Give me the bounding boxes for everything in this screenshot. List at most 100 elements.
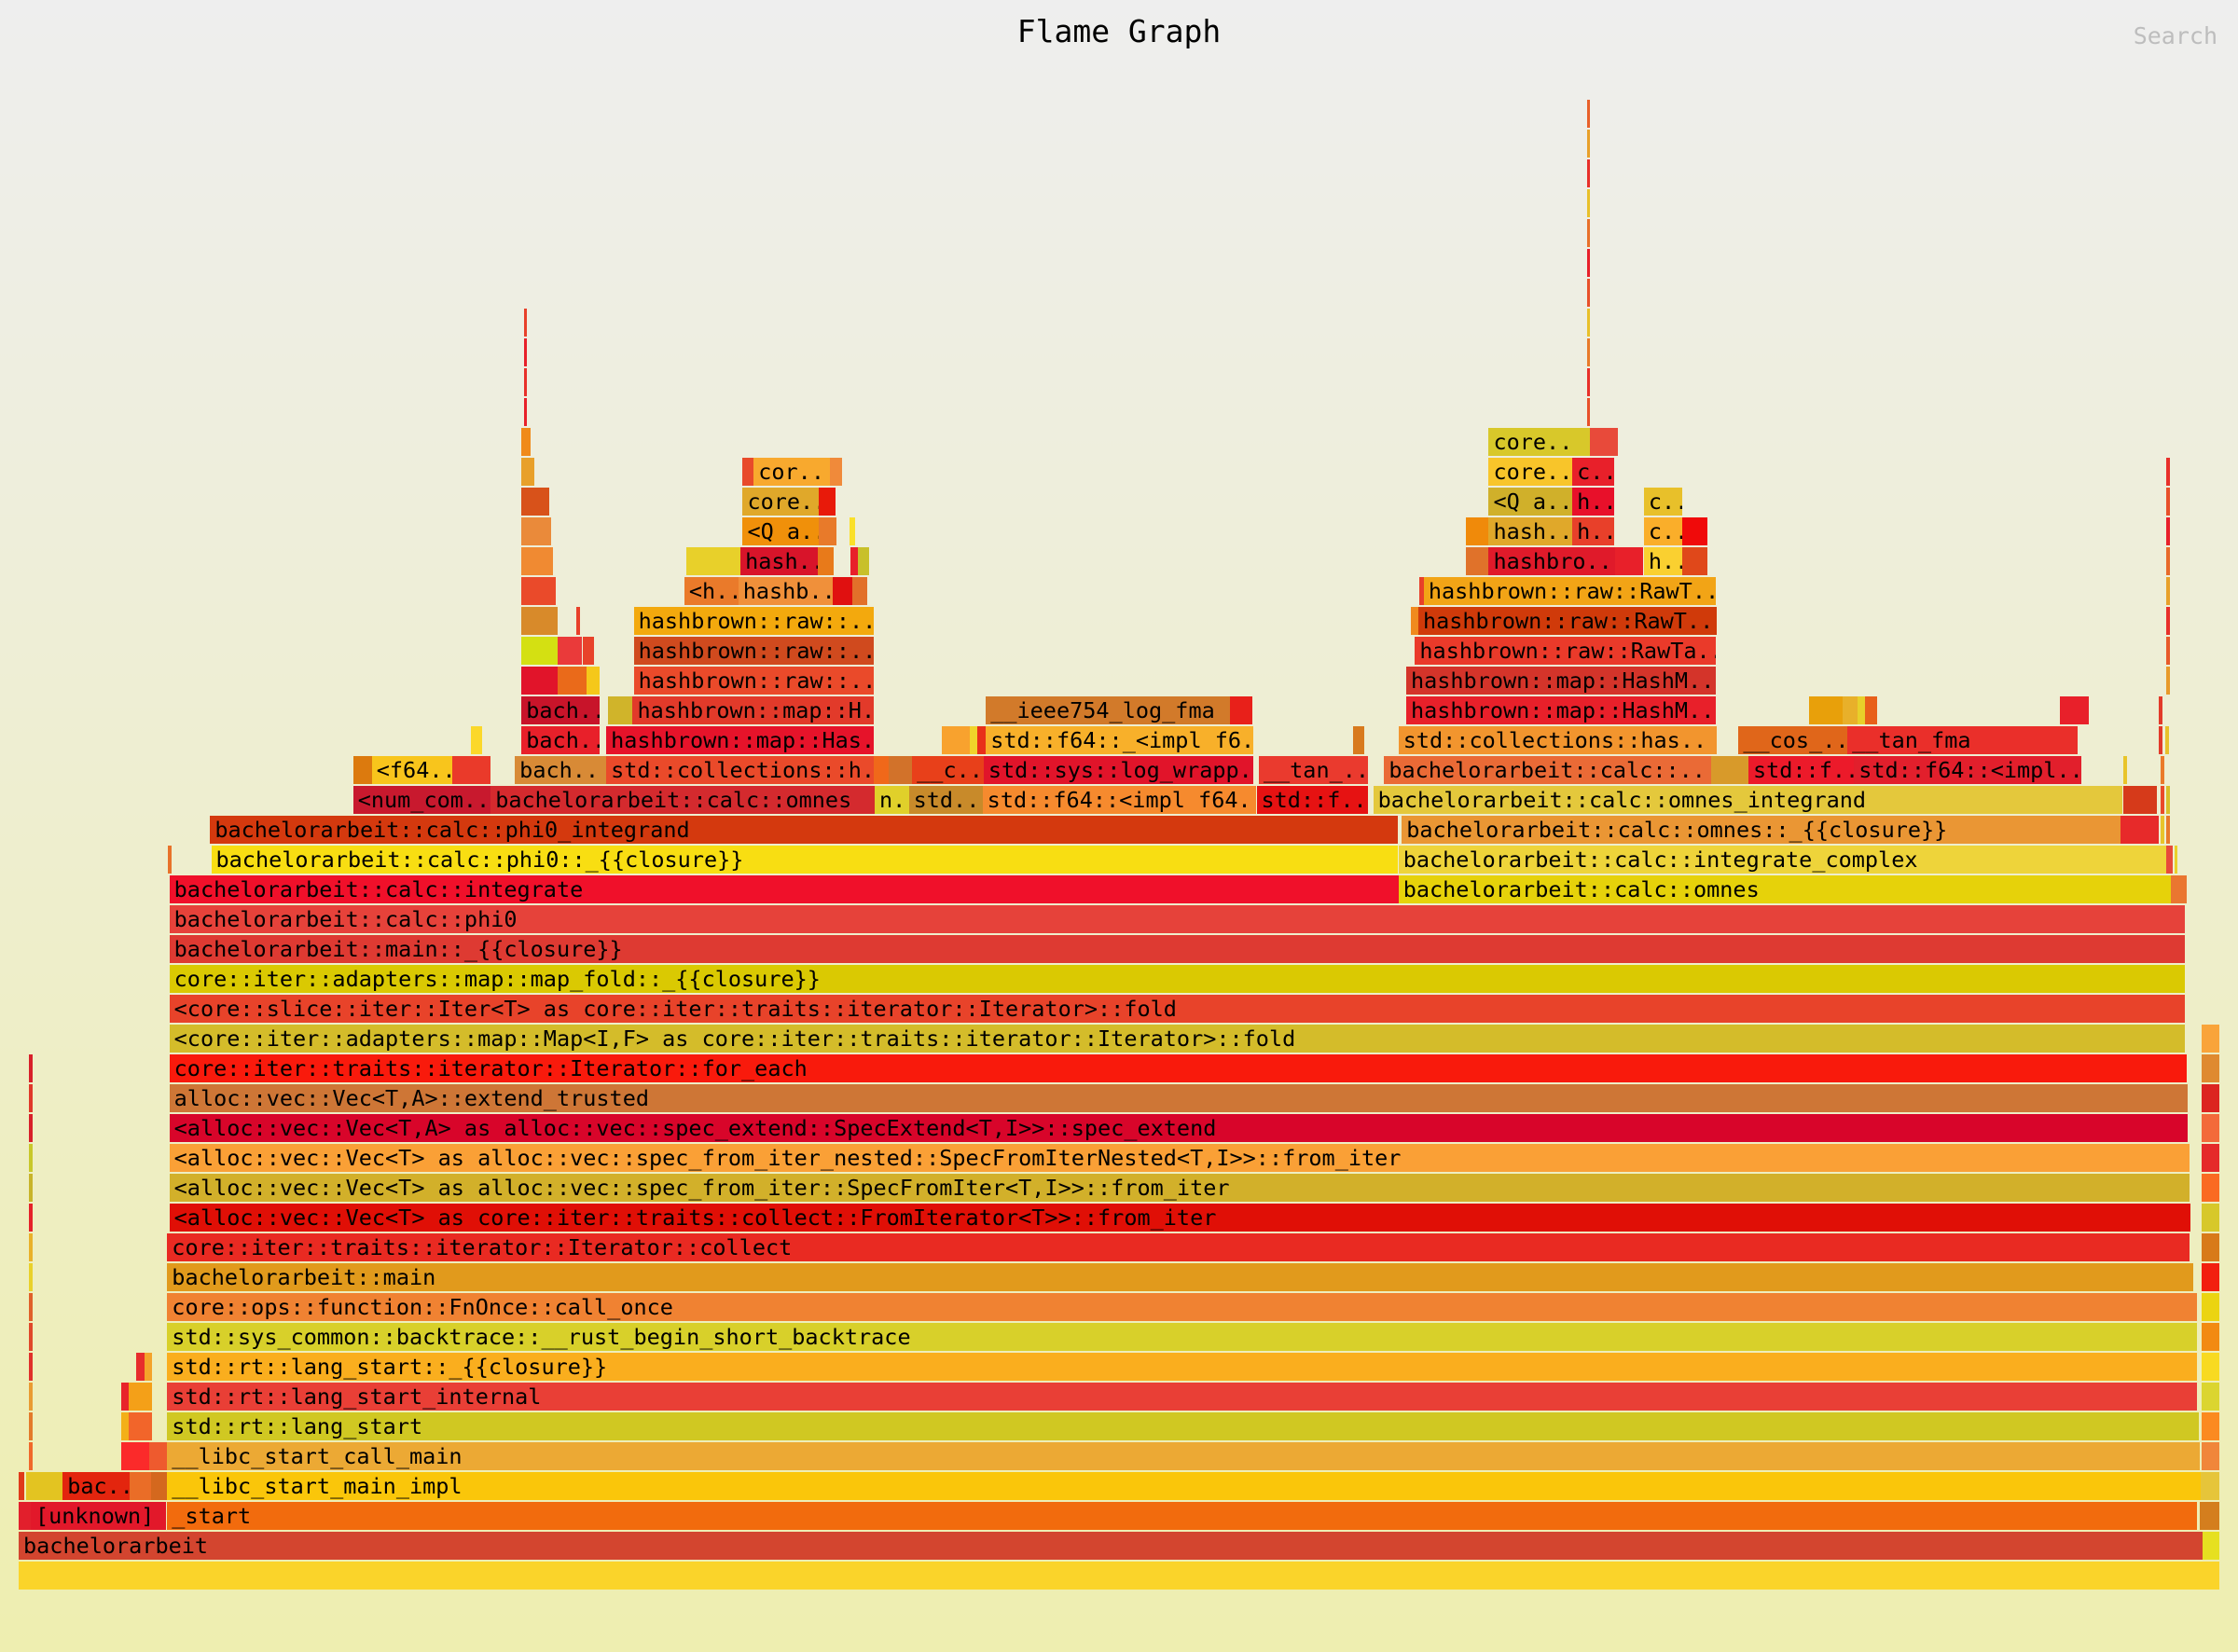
flame-frame-unlabeled[interactable] (849, 517, 855, 545)
flame-frame-unlabeled[interactable] (28, 1353, 34, 1381)
flame-frame-unlabeled[interactable] (521, 488, 549, 516)
flame-frame[interactable]: hashbrown::raw::.. (633, 637, 874, 665)
flame-frame-unlabeled[interactable] (889, 756, 913, 784)
flame-frame[interactable]: core.. (742, 488, 819, 516)
flame-frame[interactable]: std::f.. (1256, 786, 1368, 814)
flame-frame-unlabeled[interactable] (1586, 309, 1591, 337)
flame-frame[interactable]: hashbro.. (1488, 547, 1616, 575)
flame-frame-unlabeled[interactable] (1682, 517, 1708, 545)
flame-frame-unlabeled[interactable] (1808, 696, 1844, 724)
flame-frame[interactable]: hashbrown::raw::.. (633, 607, 874, 635)
flame-frame[interactable]: std.. (908, 786, 983, 814)
flame-frame-unlabeled[interactable] (19, 1502, 31, 1530)
flame-frame-unlabeled[interactable] (1586, 338, 1591, 366)
flame-frame[interactable]: hashbrown::raw::RawT.. (1423, 577, 1716, 605)
flame-frame-unlabeled[interactable] (1586, 130, 1591, 158)
flame-frame-unlabeled[interactable] (521, 428, 531, 456)
flame-frame[interactable]: h.. (1643, 547, 1683, 575)
flame-frame-unlabeled[interactable] (1410, 607, 1418, 635)
flame-frame-unlabeled[interactable] (1865, 696, 1877, 724)
flame-frame[interactable]: core::iter::adapters::map::map_fold::_{{… (169, 965, 2186, 993)
flame-frame[interactable]: core::iter::traits::iterator::Iterator::… (169, 1054, 2187, 1082)
flame-frame-unlabeled[interactable] (817, 547, 835, 575)
flame-frame[interactable]: std::rt::lang_start::_{{closure}} (167, 1353, 2198, 1381)
flame-frame-unlabeled[interactable] (850, 547, 859, 575)
flame-frame-unlabeled[interactable] (2166, 846, 2174, 874)
flame-frame-unlabeled[interactable] (1230, 696, 1252, 724)
flame-frame-unlabeled[interactable] (19, 1472, 24, 1500)
flame-frame-unlabeled[interactable] (586, 667, 601, 695)
flame-frame-unlabeled[interactable] (26, 1472, 63, 1500)
flame-frame-unlabeled[interactable] (168, 846, 172, 874)
flame-frame-unlabeled[interactable] (2202, 1114, 2219, 1142)
flame-frame[interactable]: bachelorarbeit::calc::omnes::_{{closure}… (1402, 816, 2121, 844)
flame-frame-unlabeled[interactable] (2059, 696, 2089, 724)
flame-frame-unlabeled[interactable] (150, 1472, 168, 1500)
flame-frame-unlabeled[interactable] (2166, 786, 2170, 814)
flame-frame[interactable]: <f64.. (371, 756, 452, 784)
flame-frame-unlabeled[interactable] (28, 1114, 34, 1142)
flame-frame[interactable]: [unknown] (30, 1502, 167, 1530)
flame-frame-unlabeled[interactable] (523, 368, 528, 396)
flame-frame[interactable]: __cos_.. (1738, 726, 1848, 754)
flame-frame-unlabeled[interactable] (742, 458, 754, 486)
flame-frame-unlabeled[interactable] (28, 1263, 34, 1291)
flame-frame-unlabeled[interactable] (1590, 428, 1618, 456)
flame-frame-unlabeled[interactable] (942, 726, 970, 754)
flame-frame-unlabeled[interactable] (1465, 517, 1489, 545)
flame-frame[interactable]: __libc_start_main_impl (167, 1472, 2201, 1500)
flame-frame-unlabeled[interactable] (2166, 458, 2170, 486)
flame-frame-unlabeled[interactable] (2166, 637, 2170, 665)
flame-frame-unlabeled[interactable] (2166, 577, 2170, 605)
flame-frame-unlabeled[interactable] (608, 696, 633, 724)
flame-frame[interactable]: <alloc::vec::Vec<T,A> as alloc::vec::spe… (169, 1114, 2188, 1142)
flame-frame-unlabeled[interactable] (2166, 816, 2170, 844)
flame-frame-unlabeled[interactable] (686, 547, 741, 575)
flame-frame[interactable]: <num_com.. (352, 786, 491, 814)
flame-frame-unlabeled[interactable] (2174, 846, 2178, 874)
flame-frame[interactable]: alloc::vec::Vec<T,A>::extend_trusted (169, 1084, 2188, 1112)
flame-frame[interactable]: bachelorarbeit::calc::phi0 (169, 905, 2186, 933)
flame-frame-unlabeled[interactable] (969, 726, 977, 754)
flame-frame[interactable]: bac.. (62, 1472, 131, 1500)
flame-frame[interactable]: <core::iter::adapters::map::Map<I,F> as … (169, 1025, 2186, 1053)
flame-frame-unlabeled[interactable] (523, 398, 528, 426)
flame-frame-unlabeled[interactable] (1353, 726, 1365, 754)
flame-frame[interactable]: n.. (875, 786, 909, 814)
flame-frame[interactable]: core::ops::function::FnOnce::call_once (167, 1293, 2198, 1321)
flame-frame[interactable]: bachelorarbeit::calc::integrate_complex (1398, 846, 2167, 874)
flame-frame-unlabeled[interactable] (451, 756, 491, 784)
flame-frame-unlabeled[interactable] (1586, 279, 1591, 307)
flame-frame-unlabeled[interactable] (120, 1412, 129, 1440)
flame-frame-unlabeled[interactable] (352, 756, 372, 784)
flame-frame-unlabeled[interactable] (521, 577, 556, 605)
flame-frame-unlabeled[interactable] (2166, 607, 2170, 635)
flame-frame[interactable]: bachelorarbeit::calc::omnes (1398, 875, 2172, 903)
flame-frame-unlabeled[interactable] (852, 577, 867, 605)
flame-frame[interactable]: hashbrown::map::HashM.. (1405, 696, 1716, 724)
flame-frame[interactable]: std::collections::h.. (606, 756, 874, 784)
flame-frame[interactable]: <Q a.. (1488, 488, 1573, 516)
flame-frame-unlabeled[interactable] (28, 1323, 34, 1351)
flame-frame[interactable]: __c.. (912, 756, 984, 784)
flame-frame[interactable]: hash.. (1488, 517, 1573, 545)
flame-frame-unlabeled[interactable] (858, 547, 870, 575)
flame-frame[interactable]: bachelorarbeit::calc::.. (1384, 756, 1711, 784)
flame-frame[interactable]: hashbrown::raw::RawT.. (1417, 607, 1717, 635)
flame-frame-unlabeled[interactable] (833, 577, 853, 605)
flame-frame-unlabeled[interactable] (521, 667, 559, 695)
flame-frame-unlabeled[interactable] (1586, 368, 1591, 396)
flame-frame[interactable]: bachelorarbeit::calc::phi0_integrand (210, 816, 1398, 844)
flame-frame-unlabeled[interactable] (523, 338, 528, 366)
flame-frame-unlabeled[interactable] (2159, 726, 2162, 754)
flame-frame-unlabeled[interactable] (2202, 1204, 2219, 1232)
flame-frame-unlabeled[interactable] (1857, 696, 1866, 724)
flame-frame[interactable]: __libc_start_call_main (167, 1442, 2200, 1470)
flame-frame[interactable]: bachelorarbeit (19, 1532, 2203, 1560)
flame-frame[interactable]: _start (167, 1502, 2198, 1530)
flame-frame-unlabeled[interactable] (2202, 1233, 2219, 1261)
flame-frame-unlabeled[interactable] (1465, 547, 1489, 575)
flame-frame-unlabeled[interactable] (2202, 1144, 2219, 1172)
flame-frame-unlabeled[interactable] (1710, 756, 1748, 784)
flame-frame-unlabeled[interactable] (28, 1144, 34, 1172)
